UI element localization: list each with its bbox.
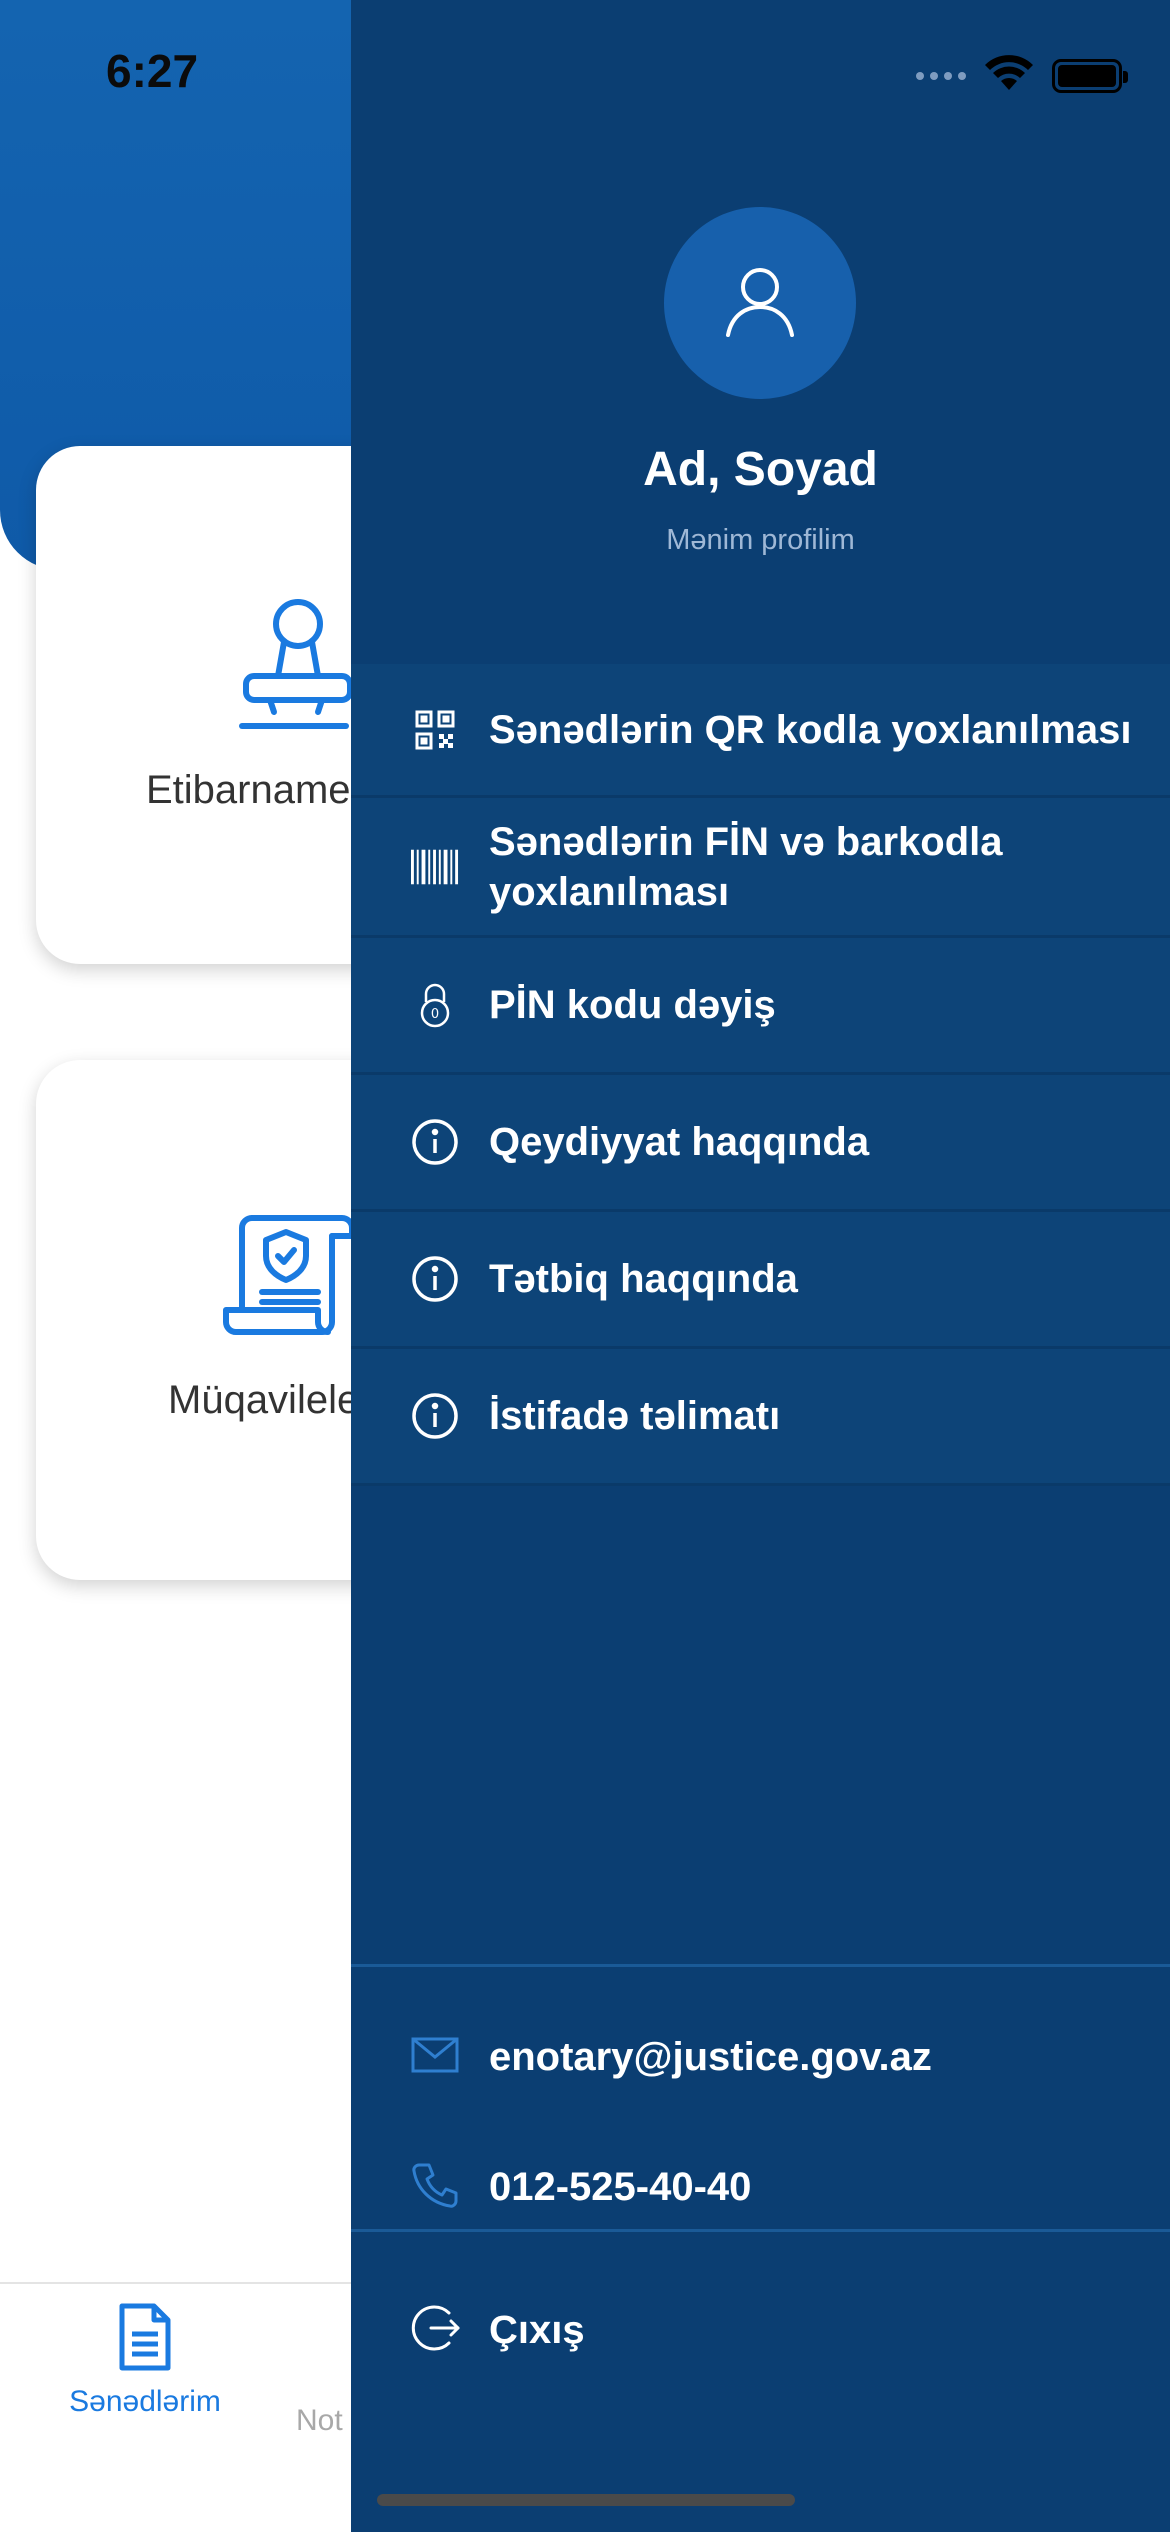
- phone-icon: [411, 2161, 459, 2214]
- battery-icon: [1052, 58, 1128, 93]
- lock-icon: 0: [411, 981, 459, 1029]
- document-icon: [40, 2302, 250, 2377]
- menu-item-label: Sənədlərin FİN və barkodla yoxlanılması: [489, 819, 1003, 914]
- logout-icon: [411, 2303, 461, 2358]
- drawer-menu: Sənədlərin QR kodla yoxlanılması Sənədlə…: [351, 664, 1170, 1486]
- menu-item-label: Sənədlərin QR kodla yoxlanılması: [489, 707, 1132, 752]
- tab-label: Sənədlərim: [69, 2385, 221, 2418]
- mail-icon: [411, 2037, 459, 2078]
- stamp-icon: [234, 594, 354, 739]
- barcode-icon: [411, 843, 459, 891]
- menu-item-change-pin[interactable]: 0 PİN kodu dəyiş: [351, 938, 1170, 1075]
- menu-item-user-guide[interactable]: İstifadə təlimatı: [351, 1349, 1170, 1486]
- signal-icon: [916, 71, 966, 80]
- profile-avatar[interactable]: [664, 207, 856, 399]
- menu-item-registration-info[interactable]: Qeydiyyat haqqında: [351, 1075, 1170, 1212]
- menu-item-label: Tətbiq haqqında: [489, 1257, 798, 1301]
- contacts-section: enotary@justice.gov.az 012-525-40-40: [351, 1964, 1170, 2232]
- tab-senedlerim[interactable]: Sənədlərim: [40, 2302, 250, 2419]
- status-time: 6:27: [106, 45, 199, 97]
- qr-code-icon: [411, 706, 459, 754]
- side-drawer: Ad, Soyad Mənim profilim Sənədlərin QR k…: [351, 0, 1170, 2532]
- logout-button[interactable]: Çıxış: [351, 2290, 1170, 2370]
- info-icon: [411, 1255, 459, 1303]
- tab-label: Not: [296, 2404, 343, 2437]
- menu-item-label: Qeydiyyat haqqında: [489, 1120, 870, 1164]
- menu-item-qr-check[interactable]: Sənədlərin QR kodla yoxlanılması: [351, 664, 1170, 798]
- profile-name: Ad, Soyad: [643, 443, 878, 496]
- user-icon: [722, 263, 798, 344]
- menu-item-label: PİN kodu dəyiş: [489, 983, 776, 1027]
- info-icon: [411, 1118, 459, 1166]
- logout-label: Çıxış: [489, 2307, 585, 2352]
- phone-link[interactable]: 012-525-40-40: [351, 2147, 1170, 2227]
- contract-shield-icon: [222, 1210, 362, 1345]
- status-indicators: [916, 54, 1128, 97]
- phone-text: 012-525-40-40: [489, 2164, 752, 2209]
- tab-notary[interactable]: Not: [296, 2404, 343, 2438]
- card-label: Etibarname: [146, 768, 351, 812]
- my-profile-link[interactable]: Mənim profilim: [351, 524, 1170, 557]
- info-icon: [411, 1392, 459, 1440]
- menu-item-app-info[interactable]: Tətbiq haqqında: [351, 1212, 1170, 1349]
- home-indicator[interactable]: [377, 2494, 795, 2506]
- menu-item-label: İstifadə təlimatı: [489, 1394, 781, 1438]
- menu-item-fin-barcode[interactable]: Sənədlərin FİN və barkodla yoxlanılması: [351, 798, 1170, 938]
- email-text: enotary@justice.gov.az: [489, 2034, 932, 2079]
- wifi-icon: [984, 54, 1034, 97]
- email-link[interactable]: enotary@justice.gov.az: [351, 2017, 1170, 2097]
- card-label: Müqavilele: [168, 1378, 360, 1422]
- svg-text:0: 0: [431, 1007, 439, 1022]
